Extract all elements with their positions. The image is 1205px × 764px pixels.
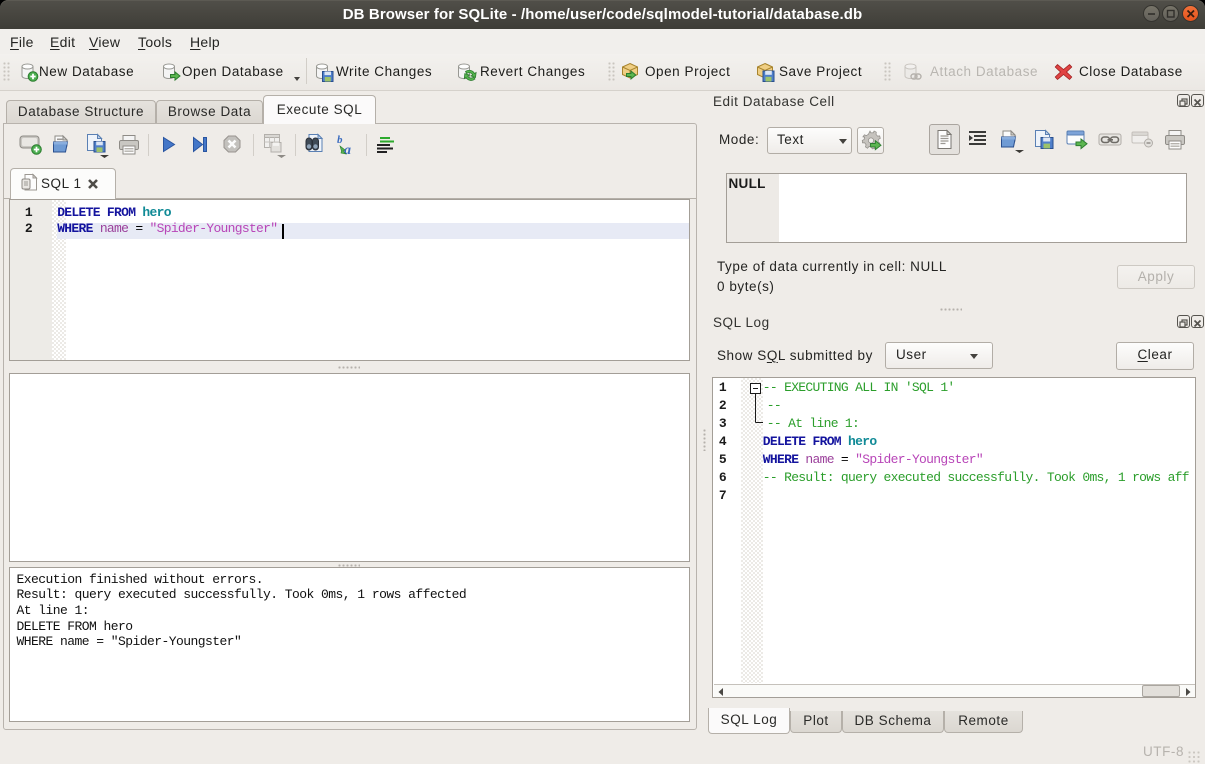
svg-text:b: b (337, 134, 343, 146)
